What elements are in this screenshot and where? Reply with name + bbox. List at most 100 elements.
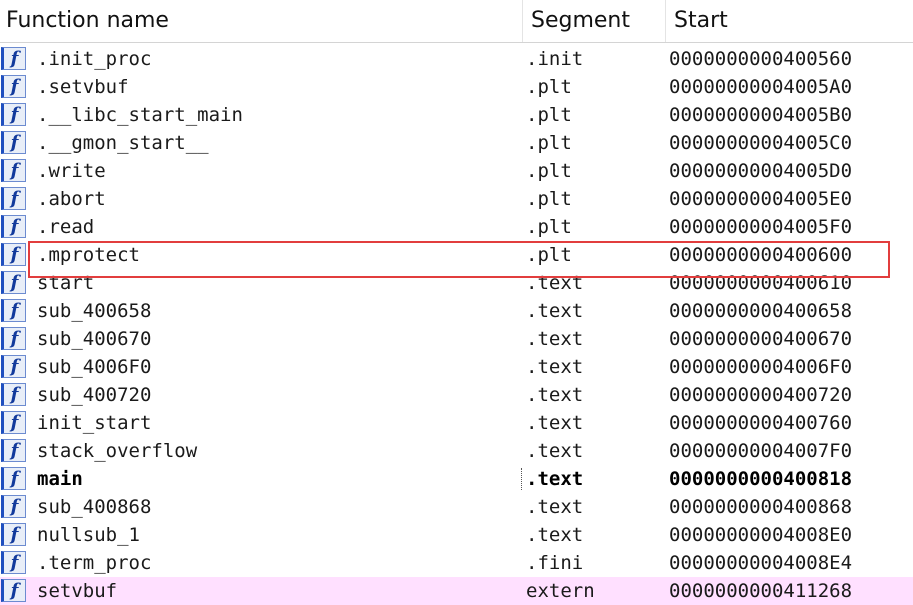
function-segment: .plt: [526, 244, 572, 266]
function-name: .term_proc: [37, 552, 152, 574]
function-name: .__libc_start_main: [37, 104, 243, 126]
function-icon: f: [1, 495, 26, 518]
function-icon: f: [1, 215, 26, 238]
function-segment: .plt: [526, 160, 572, 182]
function-row[interactable]: f .__libc_start_main .plt 00000000004005B0: [0, 101, 913, 129]
function-segment: .text: [526, 300, 584, 322]
function-start-address: 00000000004008E4: [669, 552, 853, 574]
function-name: sub_400720: [37, 384, 152, 406]
function-start-address: 0000000000400760: [669, 412, 853, 434]
function-start-address: 0000000000411268: [669, 580, 853, 602]
column-divider[interactable]: [522, 0, 523, 42]
function-name: .mprotect: [37, 244, 140, 266]
function-icon: f: [1, 75, 26, 98]
function-row[interactable]: f sub_4006F0 .text 00000000004006F0: [0, 353, 913, 381]
function-segment: .text: [526, 524, 584, 546]
function-row[interactable]: f stack_overflow .text 00000000004007F0: [0, 437, 913, 465]
function-name: sub_400670: [37, 328, 152, 350]
column-header: Function name Segment Start: [0, 0, 913, 43]
function-icon: f: [1, 579, 26, 602]
function-icon: f: [1, 411, 26, 434]
function-segment: .fini: [526, 552, 584, 574]
function-icon: f: [1, 383, 26, 406]
function-icon: f: [1, 523, 26, 546]
function-name: .setvbuf: [37, 76, 129, 98]
function-segment: .plt: [526, 76, 572, 98]
function-icon: f: [1, 47, 26, 70]
header-start[interactable]: Start: [674, 0, 728, 42]
header-function-name[interactable]: Function name: [6, 0, 169, 42]
function-icon: f: [1, 187, 26, 210]
function-row[interactable]: f .init_proc .init 0000000000400560: [0, 45, 913, 73]
function-row[interactable]: f start .text 0000000000400610: [0, 269, 913, 297]
function-name: nullsub_1: [37, 524, 140, 546]
function-row[interactable]: f .setvbuf .plt 00000000004005A0: [0, 73, 913, 101]
function-segment: .text: [526, 468, 584, 490]
function-name: stack_overflow: [37, 440, 198, 462]
function-segment: .text: [526, 272, 584, 294]
function-start-address: 00000000004007F0: [669, 440, 853, 462]
function-name: .__gmon_start__: [37, 132, 209, 154]
function-icon: f: [1, 271, 26, 294]
function-segment: .plt: [526, 188, 572, 210]
function-icon: f: [1, 131, 26, 154]
function-start-address: 00000000004008E0: [669, 524, 853, 546]
function-segment: .text: [526, 412, 584, 434]
function-row[interactable]: f .write .plt 00000000004005D0: [0, 157, 913, 185]
function-name: .read: [37, 216, 95, 238]
function-start-address: 0000000000400868: [669, 496, 853, 518]
function-segment: .text: [526, 356, 584, 378]
function-segment: .text: [526, 496, 584, 518]
function-row[interactable]: f sub_400868 .text 0000000000400868: [0, 493, 913, 521]
function-segment: .init: [526, 48, 584, 70]
function-start-address: 0000000000400610: [669, 272, 853, 294]
function-row[interactable]: f main .text 0000000000400818: [0, 465, 913, 493]
function-icon: f: [1, 243, 26, 266]
function-start-address: 00000000004005D0: [669, 160, 853, 182]
function-segment: .text: [526, 440, 584, 462]
function-name: setvbuf: [37, 580, 118, 602]
function-row[interactable]: f setvbuf extern 0000000000411268: [0, 577, 913, 605]
function-start-address: 00000000004006F0: [669, 356, 853, 378]
function-start-address: 00000000004005C0: [669, 132, 853, 154]
function-name: .write: [37, 160, 106, 182]
function-segment: .text: [526, 328, 584, 350]
function-row[interactable]: f init_start .text 0000000000400760: [0, 409, 913, 437]
function-row[interactable]: f .term_proc .fini 00000000004008E4: [0, 549, 913, 577]
function-icon: f: [1, 159, 26, 182]
function-segment: extern: [526, 580, 595, 602]
column-divider[interactable]: [665, 0, 666, 42]
function-name: .abort: [37, 188, 106, 210]
function-name: .init_proc: [37, 48, 152, 70]
function-row[interactable]: f .__gmon_start__ .plt 00000000004005C0: [0, 129, 913, 157]
function-icon: f: [1, 551, 26, 574]
focus-marker: [521, 468, 524, 490]
function-start-address: 0000000000400560: [669, 48, 853, 70]
function-start-address: 00000000004005F0: [669, 216, 853, 238]
function-segment: .text: [526, 384, 584, 406]
function-start-address: 00000000004005E0: [669, 188, 853, 210]
function-start-address: 0000000000400720: [669, 384, 853, 406]
function-row[interactable]: f .mprotect .plt 0000000000400600: [0, 241, 913, 269]
function-segment: .plt: [526, 216, 572, 238]
function-row[interactable]: f sub_400658 .text 0000000000400658: [0, 297, 913, 325]
function-row[interactable]: f sub_400670 .text 0000000000400670: [0, 325, 913, 353]
function-name: start: [37, 272, 95, 294]
function-name: sub_400658: [37, 300, 152, 322]
function-row[interactable]: f .abort .plt 00000000004005E0: [0, 185, 913, 213]
function-name: main: [37, 468, 83, 490]
function-start-address: 0000000000400600: [669, 244, 853, 266]
function-segment: .plt: [526, 104, 572, 126]
function-icon: f: [1, 355, 26, 378]
function-icon: f: [1, 103, 26, 126]
function-icon: f: [1, 327, 26, 350]
function-start-address: 0000000000400670: [669, 328, 853, 350]
function-start-address: 0000000000400658: [669, 300, 853, 322]
function-row[interactable]: f .read .plt 00000000004005F0: [0, 213, 913, 241]
function-name: sub_4006F0: [37, 356, 152, 378]
function-name: sub_400868: [37, 496, 152, 518]
function-icon: f: [1, 439, 26, 462]
function-row[interactable]: f nullsub_1 .text 00000000004008E0: [0, 521, 913, 549]
function-row[interactable]: f sub_400720 .text 0000000000400720: [0, 381, 913, 409]
header-segment[interactable]: Segment: [531, 0, 630, 42]
